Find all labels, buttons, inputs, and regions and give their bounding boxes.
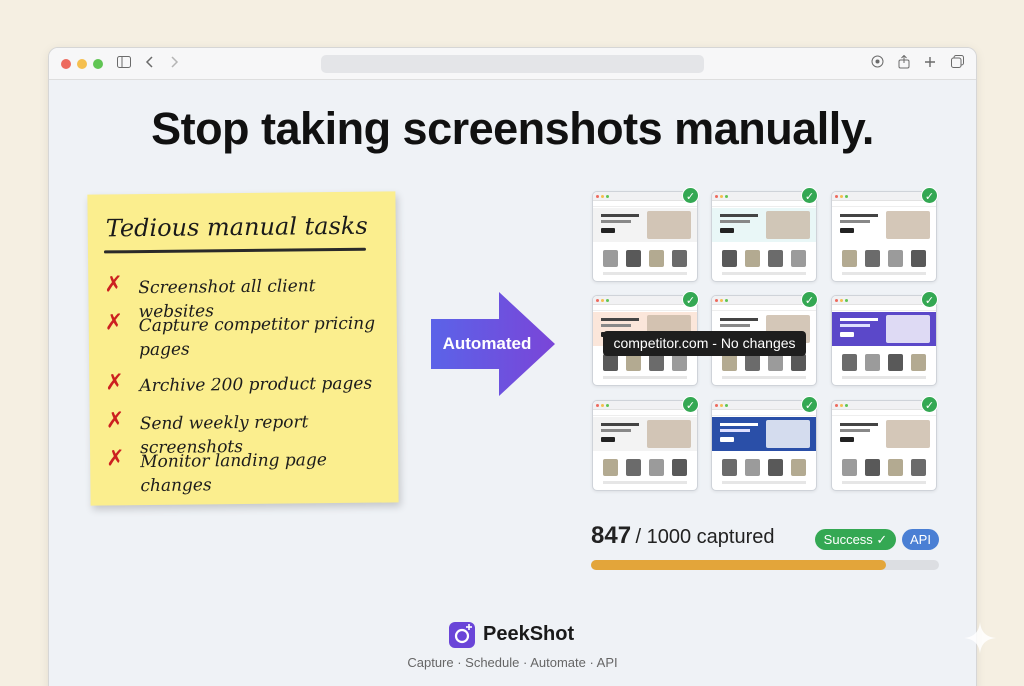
api-badge: API bbox=[902, 529, 939, 550]
task-text: Monitor landing page changes bbox=[140, 450, 327, 497]
website-thumbnail[interactable] bbox=[831, 191, 937, 282]
sticky-note-title: Tedious manual tasks bbox=[105, 211, 368, 243]
check-icon: ✓ bbox=[801, 396, 818, 413]
sparkle-icon bbox=[964, 622, 996, 654]
close-window-button[interactable] bbox=[61, 59, 71, 69]
check-icon: ✓ bbox=[801, 291, 818, 308]
privacy-icon[interactable] bbox=[868, 55, 886, 73]
check-icon: ✓ bbox=[921, 396, 938, 413]
progress-bar-fill bbox=[591, 560, 886, 570]
cross-icon: ✗ bbox=[104, 310, 124, 336]
tab-overview-icon[interactable] bbox=[948, 55, 966, 73]
cross-icon: ✗ bbox=[105, 370, 124, 396]
website-thumbnail[interactable] bbox=[592, 400, 698, 491]
forward-icon[interactable] bbox=[165, 55, 183, 73]
website-thumbnail[interactable] bbox=[831, 295, 937, 386]
task-item: ✗ Screenshot all client websites bbox=[104, 271, 389, 322]
share-icon[interactable] bbox=[895, 54, 913, 73]
check-icon: ✓ bbox=[682, 396, 699, 413]
check-icon: ✓ bbox=[921, 291, 938, 308]
cross-icon: ✗ bbox=[105, 408, 125, 434]
task-item: ✗ Archive 200 product pages bbox=[105, 369, 390, 396]
captured-total: / 1000 captured bbox=[635, 526, 775, 548]
cross-icon: ✗ bbox=[106, 446, 125, 472]
cross-icon: ✗ bbox=[104, 272, 123, 298]
check-icon: ✓ bbox=[921, 187, 938, 204]
website-thumbnail[interactable] bbox=[711, 191, 817, 282]
website-thumbnail[interactable] bbox=[711, 400, 817, 491]
headline: Stop taking screenshots manually. bbox=[151, 103, 874, 154]
progress-bar bbox=[591, 560, 939, 570]
minimize-window-button[interactable] bbox=[77, 59, 87, 69]
brand-name: PeekShot bbox=[483, 623, 575, 645]
camera-logo-icon bbox=[449, 622, 475, 648]
tooltip: competitor.com - No changes bbox=[603, 331, 806, 356]
back-icon[interactable] bbox=[141, 55, 159, 73]
browser-titlebar bbox=[49, 48, 976, 80]
check-icon: ✓ bbox=[682, 187, 699, 204]
brand-tagline: Capture · Schedule · Automate · API bbox=[407, 655, 618, 670]
task-text: Archive 200 product pages bbox=[139, 373, 373, 397]
check-icon: ✓ bbox=[682, 291, 699, 308]
sticky-note: Tedious manual tasks ✗ Screenshot all cl… bbox=[87, 191, 399, 506]
sticky-note-underline bbox=[103, 247, 366, 254]
browser-window: Stop taking screenshots manually. Tediou… bbox=[48, 47, 977, 686]
maximize-window-button[interactable] bbox=[93, 59, 103, 69]
address-bar[interactable] bbox=[321, 55, 704, 73]
captured-number: 847 bbox=[591, 522, 632, 549]
success-badge: Success ✓ bbox=[815, 529, 896, 550]
task-item: ✗ Send weekly report screenshots bbox=[106, 407, 391, 458]
capture-count: 847 / 1000 captured bbox=[591, 522, 775, 550]
arrow-label: Automated bbox=[442, 334, 532, 353]
task-text: Capture competitor pricing pages bbox=[138, 313, 376, 361]
website-thumbnail[interactable] bbox=[592, 191, 698, 282]
sidebar-icon[interactable] bbox=[115, 55, 133, 73]
website-thumbnail[interactable] bbox=[831, 400, 937, 491]
new-tab-icon[interactable] bbox=[921, 55, 939, 73]
check-icon: ✓ bbox=[801, 187, 818, 204]
